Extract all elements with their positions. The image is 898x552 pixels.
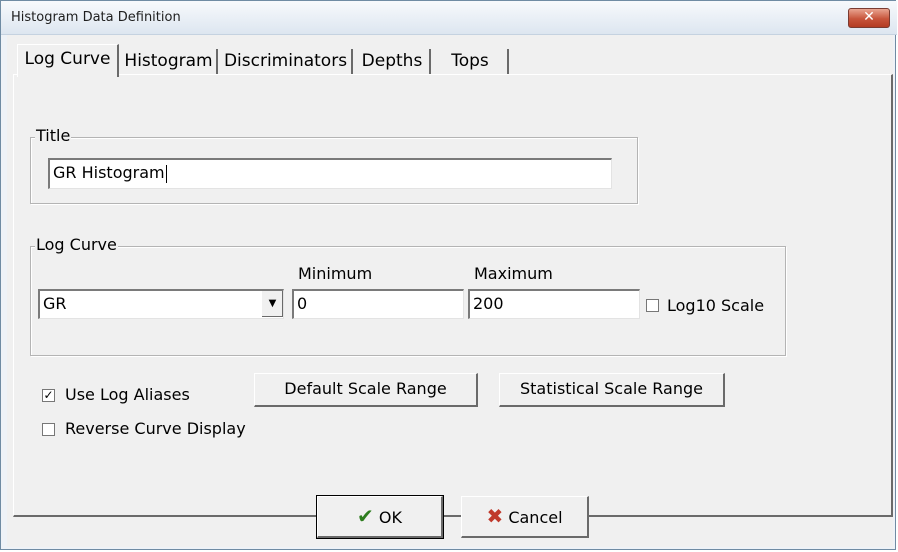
title-input-value: GR Histogram bbox=[53, 163, 165, 182]
default-scale-range-button[interactable]: Default Scale Range bbox=[254, 373, 478, 407]
ok-label: OK bbox=[378, 508, 402, 527]
maximum-input-value: 200 bbox=[473, 294, 504, 313]
curve-select[interactable]: GR ▼ bbox=[38, 289, 284, 319]
tab-page-log-curve: Title GR Histogram Log Curve Minimum Max… bbox=[13, 74, 893, 517]
use-log-aliases-checkbox[interactable]: ✓ bbox=[42, 389, 55, 402]
title-bar[interactable]: Histogram Data Definition ✕ bbox=[1, 1, 897, 35]
maximum-input[interactable]: 200 bbox=[468, 289, 640, 319]
checkmark-icon: ✓ bbox=[43, 388, 54, 402]
tab-tops[interactable]: Tops bbox=[433, 49, 509, 74]
minimum-label: Minimum bbox=[298, 264, 373, 283]
close-icon: ✕ bbox=[863, 9, 875, 25]
ok-button[interactable]: ✔ OK bbox=[316, 495, 444, 539]
tab-label: Log Curve bbox=[24, 49, 111, 69]
curve-select-value: GR bbox=[43, 294, 67, 313]
statistical-scale-range-button[interactable]: Statistical Scale Range bbox=[499, 373, 725, 407]
log10-scale-label: Log10 Scale bbox=[667, 296, 765, 315]
tab-histogram[interactable]: Histogram bbox=[121, 49, 218, 74]
cancel-icon: ✖ bbox=[486, 504, 504, 528]
tab-label: Depths bbox=[361, 51, 423, 71]
title-input[interactable]: GR Histogram bbox=[48, 158, 612, 189]
default-scale-range-label: Default Scale Range bbox=[284, 379, 447, 398]
cancel-button[interactable]: ✖ Cancel bbox=[461, 496, 589, 538]
text-caret bbox=[165, 164, 167, 183]
tab-label: Histogram bbox=[124, 51, 213, 71]
tab-discriminators[interactable]: Discriminators bbox=[220, 49, 353, 74]
dialog-window: Histogram Data Definition ✕ Log Curve Hi… bbox=[0, 0, 897, 550]
tab-log-curve[interactable]: Log Curve bbox=[17, 44, 119, 77]
close-button[interactable]: ✕ bbox=[848, 8, 890, 28]
dialog-client-area: Log Curve Histogram Discriminators Depth… bbox=[7, 35, 893, 547]
tab-label: Tops bbox=[451, 51, 489, 71]
title-group-label: Title bbox=[35, 126, 72, 145]
window-title: Histogram Data Definition bbox=[11, 10, 181, 25]
reverse-curve-display-label: Reverse Curve Display bbox=[65, 419, 246, 438]
maximum-label: Maximum bbox=[474, 264, 553, 283]
tab-label: Discriminators bbox=[223, 51, 348, 71]
checkmark-icon: ✔ bbox=[357, 504, 374, 528]
log10-scale-checkbox[interactable] bbox=[646, 299, 659, 312]
reverse-curve-display-checkbox[interactable] bbox=[42, 423, 55, 436]
cancel-label: Cancel bbox=[508, 508, 563, 527]
statistical-scale-range-label: Statistical Scale Range bbox=[520, 379, 703, 398]
chevron-down-icon[interactable]: ▼ bbox=[261, 291, 283, 317]
tab-depths[interactable]: Depths bbox=[355, 49, 431, 74]
log-curve-group-label: Log Curve bbox=[35, 235, 118, 254]
minimum-input[interactable]: 0 bbox=[292, 289, 464, 319]
use-log-aliases-label: Use Log Aliases bbox=[65, 385, 190, 404]
minimum-input-value: 0 bbox=[297, 294, 308, 313]
